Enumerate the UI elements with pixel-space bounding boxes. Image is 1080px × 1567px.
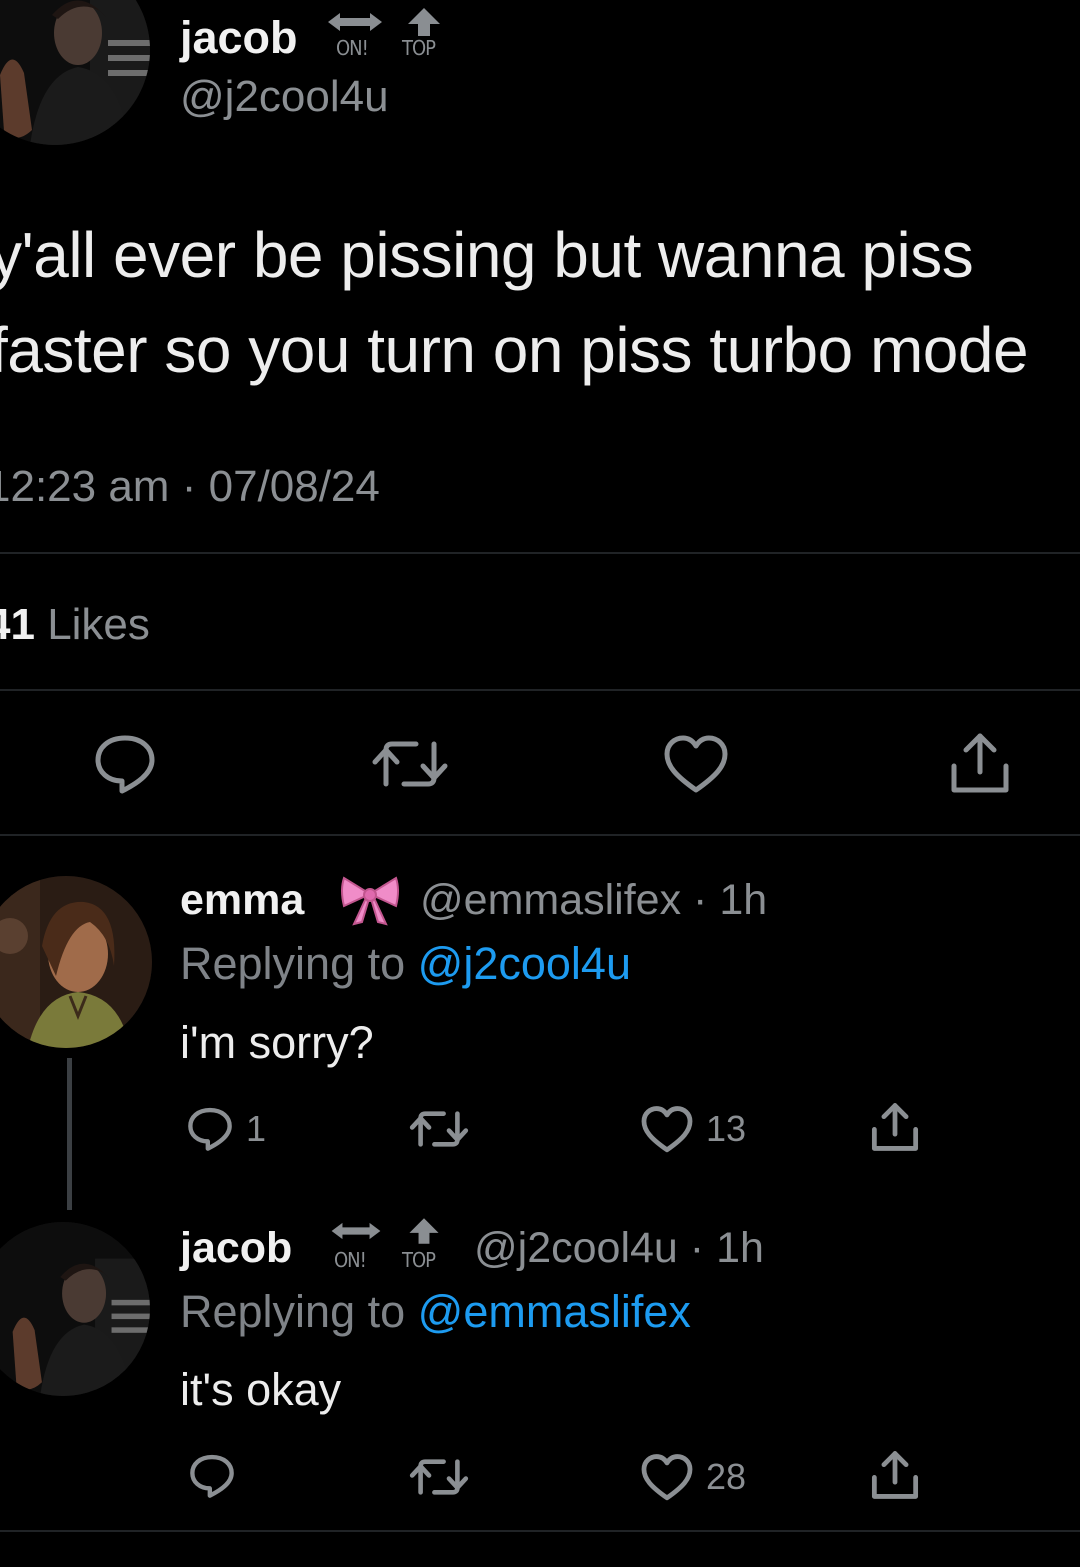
- divider: [0, 1530, 1080, 1532]
- reply-author-name[interactable]: jacob: [180, 1224, 292, 1273]
- on-badge: ON!: [328, 1218, 384, 1272]
- avatar-photo: [0, 1222, 150, 1396]
- top-badge: TOP: [402, 6, 446, 60]
- share-button[interactable]: [946, 730, 1014, 796]
- retweet-button[interactable]: [408, 1454, 470, 1500]
- reply-button[interactable]: [186, 1105, 234, 1153]
- reply-icon: [190, 1454, 234, 1498]
- share-icon: [871, 1451, 919, 1499]
- heart-icon: [641, 1106, 693, 1153]
- tweet-time: 12:23 am: [0, 462, 170, 511]
- replying-mention[interactable]: @j2cool4u: [418, 938, 631, 989]
- reply-author-handle[interactable]: @j2cool4u · 1h: [474, 1224, 764, 1273]
- share-button[interactable]: [868, 1448, 922, 1502]
- retweet-icon: [372, 741, 448, 787]
- tweet-text: y'all ever be pissing but wanna piss fas…: [0, 208, 1080, 398]
- likes-label: Likes: [47, 600, 150, 649]
- double-arrow-icon: [328, 13, 382, 31]
- up-arrow-icon: [408, 8, 440, 36]
- reply-text: it's okay: [180, 1364, 342, 1415]
- reply-count: 1: [246, 1108, 267, 1149]
- reply-dot: ·: [689, 1224, 705, 1272]
- heart-icon: [641, 1454, 693, 1501]
- heart-icon: [664, 735, 728, 793]
- bow-emoji: [338, 872, 402, 931]
- on-badge: ON!: [324, 8, 386, 60]
- retweet-icon: [409, 1111, 469, 1147]
- reply-age: 1h: [719, 876, 768, 924]
- avatar-photo: [0, 0, 150, 145]
- divider: [0, 689, 1080, 691]
- reply-avatar[interactable]: [0, 876, 152, 1048]
- thread-connector: [67, 1058, 72, 1210]
- replying-prefix: Replying to: [180, 938, 406, 989]
- reply-icon: [95, 735, 155, 794]
- retweet-icon: [409, 1459, 469, 1495]
- top-badge: TOP: [402, 1216, 444, 1272]
- like-button[interactable]: [640, 1105, 694, 1155]
- like-button[interactable]: [640, 1453, 694, 1503]
- share-button[interactable]: [868, 1100, 922, 1154]
- tweet-text-line1: y'all ever be pissing but wanna piss: [0, 219, 974, 291]
- on-badge-label: ON!: [334, 1248, 367, 1272]
- reply-text: i'm sorry?: [180, 1017, 374, 1068]
- reply-age: 1h: [716, 1224, 764, 1272]
- divider: [0, 552, 1080, 554]
- top-badge-label: TOP: [402, 1248, 436, 1272]
- tweet-text-line2: faster so you turn on piss turbo mode: [0, 314, 1029, 386]
- tweet-timestamp[interactable]: 12:23 am · 07/08/24: [0, 462, 380, 512]
- author-handle[interactable]: @j2cool4u: [180, 72, 389, 122]
- reply-handle: @j2cool4u: [474, 1224, 678, 1272]
- top-badge-label: TOP: [402, 36, 436, 60]
- meta-separator: ·: [181, 462, 197, 511]
- replying-mention[interactable]: @emmaslifex: [418, 1286, 691, 1337]
- replying-to: Replying to @emmaslifex: [180, 1286, 691, 1338]
- reply-avatar[interactable]: [0, 1222, 150, 1396]
- tweet-date: 07/08/24: [208, 462, 380, 511]
- author-name[interactable]: jacob: [180, 12, 298, 64]
- replying-to: Replying to @j2cool4u: [180, 938, 631, 990]
- avatar-photo: [0, 876, 152, 1048]
- reply-dot: ·: [693, 876, 708, 924]
- double-arrow-icon: [331, 1222, 381, 1240]
- share-icon: [871, 1103, 919, 1151]
- like-button[interactable]: [662, 734, 730, 796]
- author-avatar[interactable]: [0, 0, 150, 145]
- bow-icon: [341, 876, 399, 926]
- reply-author-handle[interactable]: @emmaslifex · 1h: [420, 876, 767, 925]
- likes-count: 41: [0, 600, 35, 649]
- on-badge-label: ON!: [336, 36, 369, 60]
- retweet-button[interactable]: [370, 734, 450, 794]
- reply-handle: @emmaslifex: [420, 876, 682, 924]
- likes-summary[interactable]: 41 Likes: [0, 600, 150, 650]
- divider: [0, 834, 1080, 836]
- share-icon: [951, 733, 1009, 793]
- reply-author-name[interactable]: emma: [180, 876, 304, 925]
- like-count: 13: [706, 1108, 747, 1149]
- reply-icon: [188, 1107, 232, 1151]
- retweet-button[interactable]: [408, 1106, 470, 1152]
- reply-button[interactable]: [188, 1452, 236, 1500]
- reply-button[interactable]: [92, 732, 158, 796]
- like-count: 28: [706, 1456, 747, 1497]
- up-arrow-icon: [409, 1218, 439, 1244]
- replying-prefix: Replying to: [180, 1286, 406, 1337]
